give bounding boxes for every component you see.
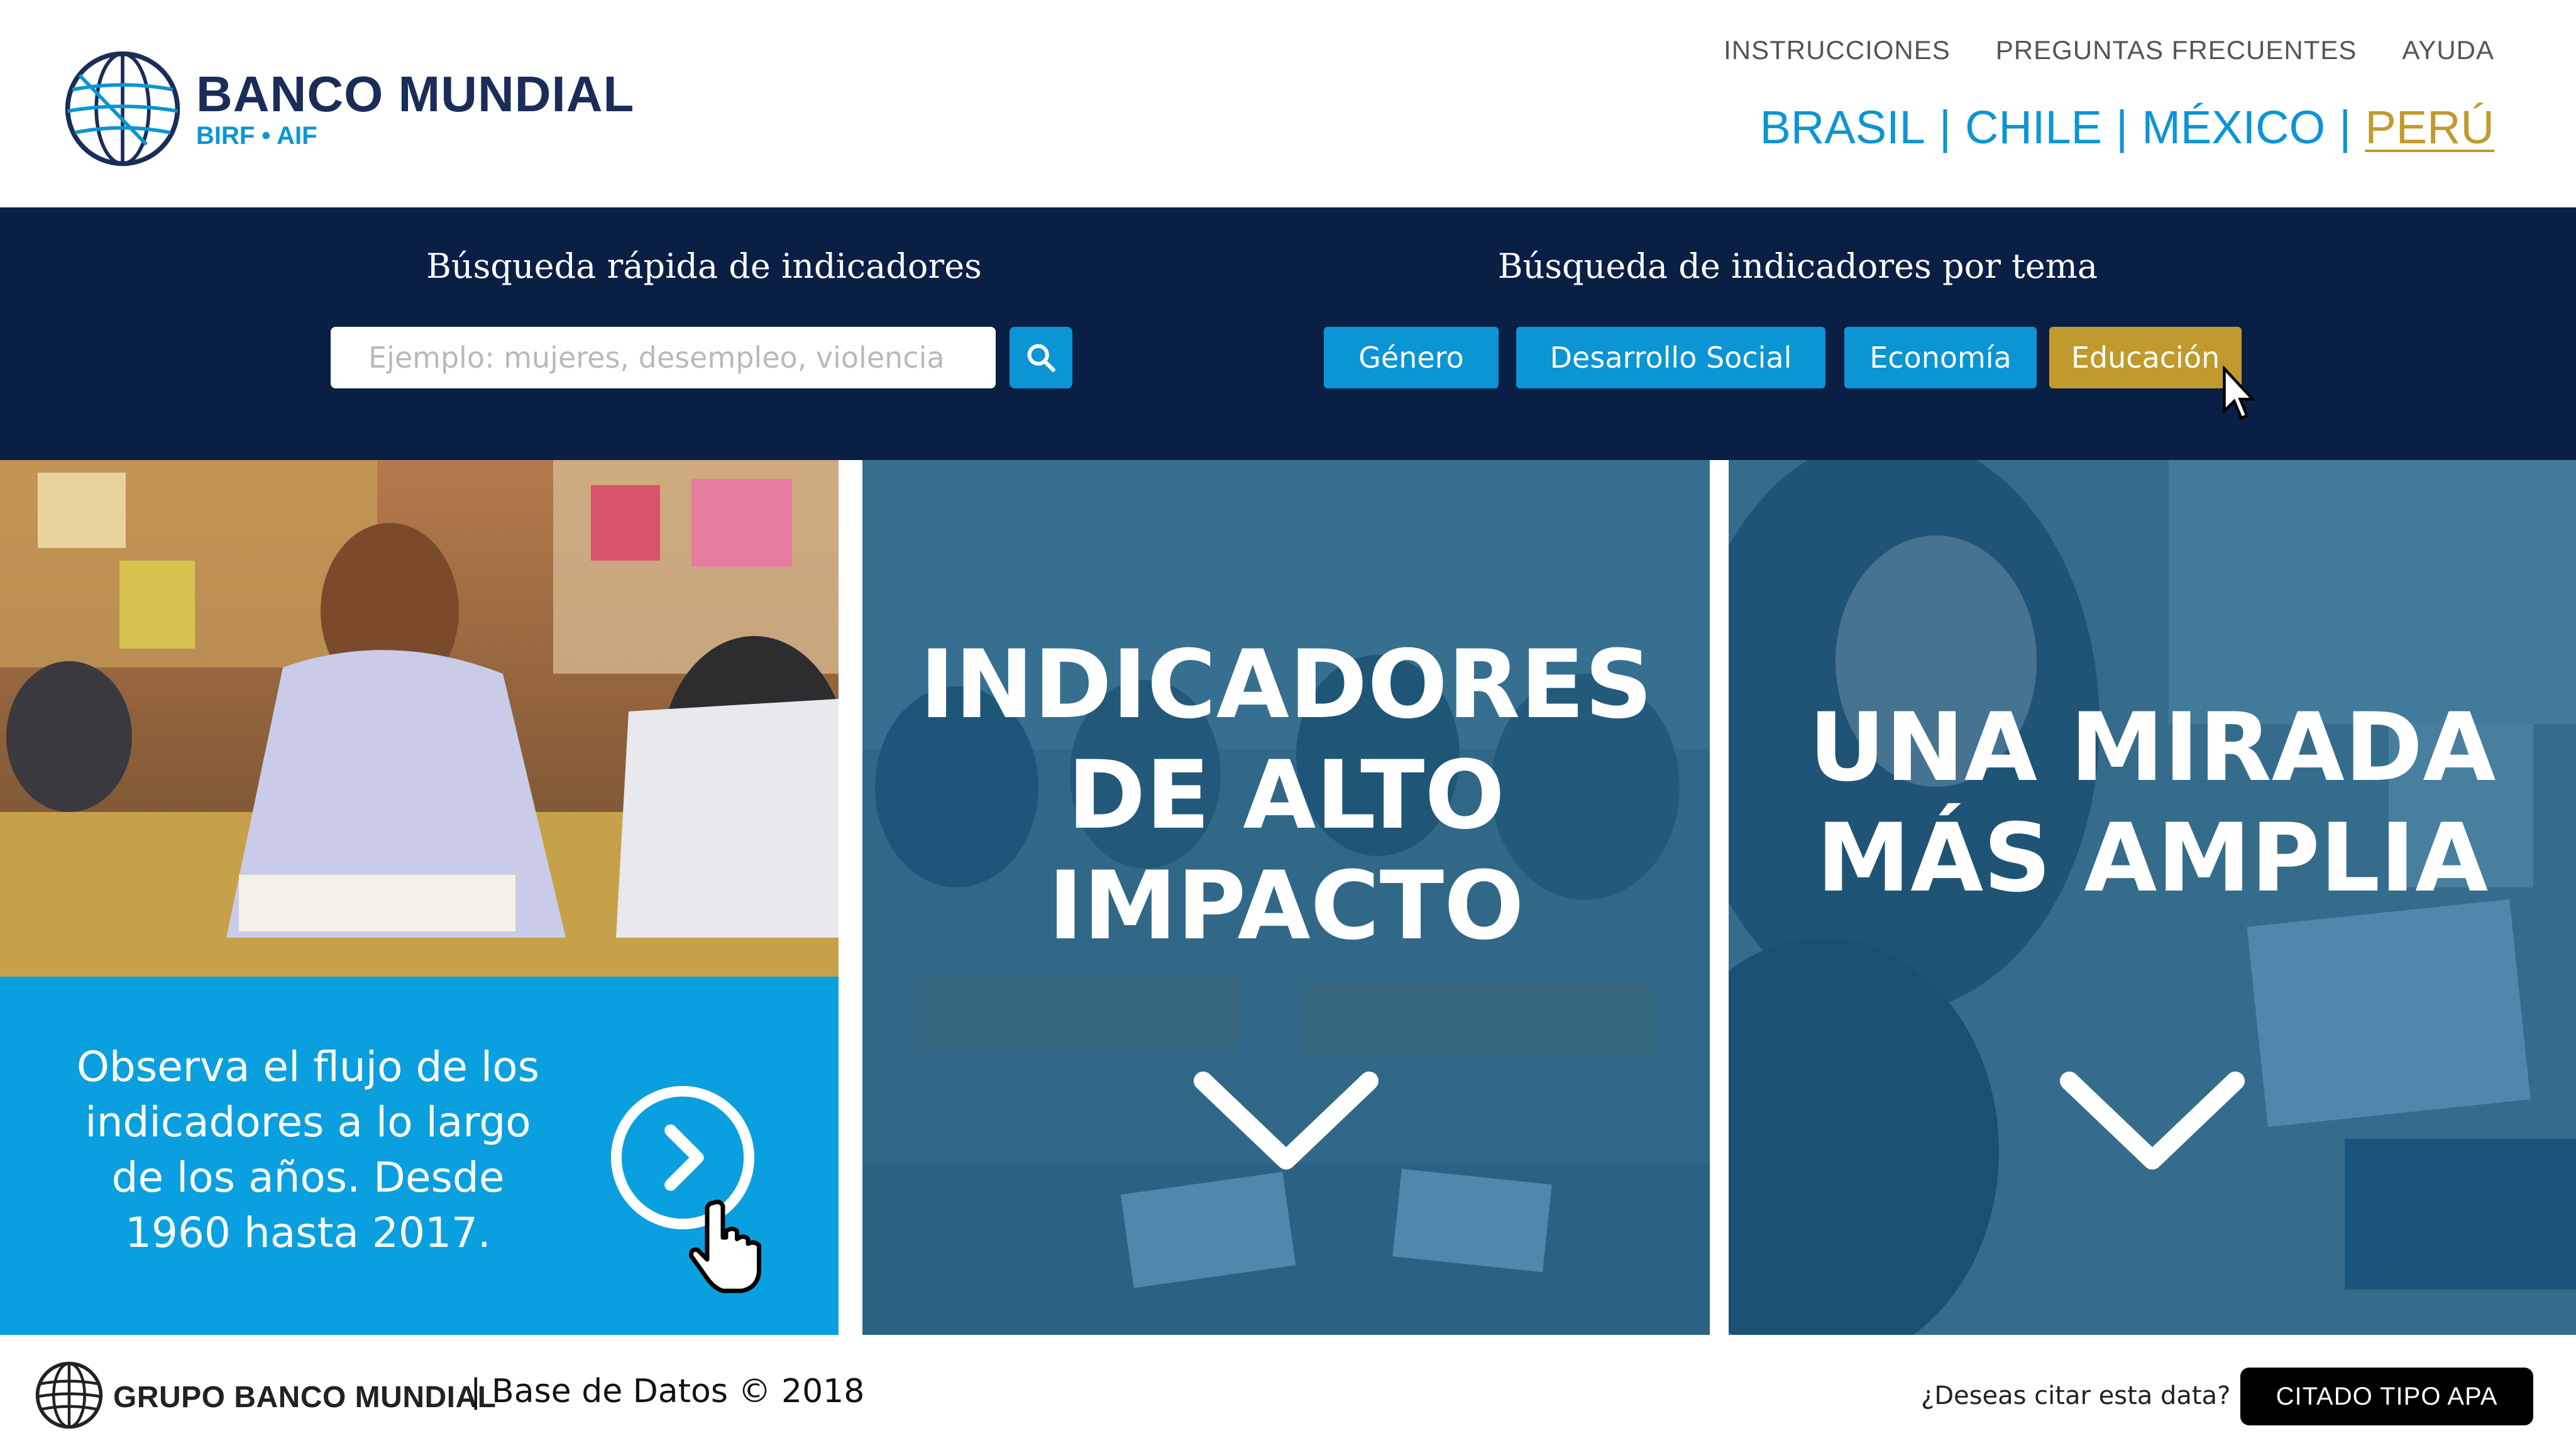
logo-subtitle: BIRF • AIF xyxy=(196,122,317,150)
classroom-girl-photo xyxy=(0,460,839,977)
nav-preguntas-frecuentes[interactable]: PREGUNTAS FRECUENTES xyxy=(1996,35,2357,65)
title-line: INDICADORES xyxy=(920,630,1653,740)
hand-cursor-icon xyxy=(689,1199,761,1293)
country-peru[interactable]: PERÚ xyxy=(2365,101,2494,154)
globe-logo-icon xyxy=(35,1361,103,1429)
search-icon xyxy=(1027,344,1055,372)
topic-desarrollo-social-button[interactable]: Desarrollo Social xyxy=(1516,327,1825,388)
topic-search-title: Búsqueda de indicadores por tema xyxy=(1497,246,2098,286)
search-band: Búsqueda rápida de indicadores Búsqueda … xyxy=(0,207,2576,460)
banco-mundial-logo[interactable]: BANCO MUNDIAL BIRF • AIF xyxy=(63,49,634,168)
site-footer: GRUPO BANCO MUNDIAL | Base de Datos © 20… xyxy=(0,1335,2576,1448)
country-separator: | xyxy=(1939,101,1952,153)
chevron-down-icon[interactable] xyxy=(1192,1063,1380,1189)
search-input[interactable] xyxy=(331,327,996,388)
cite-apa-button[interactable]: CITADO TIPO APA xyxy=(2240,1368,2533,1425)
nav-ayuda[interactable]: AYUDA xyxy=(2402,35,2494,65)
title-line: DE ALTO xyxy=(1067,741,1505,850)
topic-genero-button[interactable]: Género xyxy=(1324,327,1499,388)
cite-question: ¿Deseas citar esta data? xyxy=(1921,1381,2231,1410)
country-separator: | xyxy=(2339,101,2352,153)
title-line: UNA MIRADA xyxy=(1808,693,2496,803)
wider-view-panel[interactable]: UNA MIRADA MÁS AMPLIA xyxy=(1729,460,2576,1335)
footer-database-text: | Base de Datos © 2018 xyxy=(470,1373,865,1410)
footer-brand: GRUPO BANCO MUNDIAL xyxy=(113,1381,497,1414)
chevron-down-icon[interactable] xyxy=(2058,1063,2247,1189)
wider-view-title: UNA MIRADA MÁS AMPLIA xyxy=(1729,693,2576,914)
high-impact-title: INDICADORES DE ALTO IMPACTO xyxy=(862,630,1710,962)
country-brasil[interactable]: BRASIL xyxy=(1760,101,1925,154)
country-selector: BRASIL | CHILE | MÉXICO | PERÚ xyxy=(1760,101,2494,154)
country-chile[interactable]: CHILE xyxy=(1965,101,2102,154)
nav-instrucciones[interactable]: INSTRUCCIONES xyxy=(1724,35,1951,65)
high-impact-panel[interactable]: INDICADORES DE ALTO IMPACTO xyxy=(862,460,1710,1335)
topic-economia-button[interactable]: Economía xyxy=(1844,327,2037,388)
logo-title: BANCO MUNDIAL xyxy=(196,66,635,122)
topic-educacion-button[interactable]: Educación xyxy=(2049,327,2242,388)
top-navigation: INSTRUCCIONES PREGUNTAS FRECUENTES AYUDA xyxy=(1724,35,2494,65)
flow-text: Observa el flujo de los indicadores a lo… xyxy=(76,1043,540,1257)
title-line: MÁS AMPLIA xyxy=(1816,804,2489,913)
site-header: BANCO MUNDIAL BIRF • AIF INSTRUCCIONES P… xyxy=(0,0,2576,207)
pointer-cursor-icon xyxy=(2223,366,2255,420)
globe-logo-icon xyxy=(65,51,180,167)
quick-search-title: Búsqueda rápida de indicadores xyxy=(426,246,982,286)
country-separator: | xyxy=(2116,101,2128,153)
search-button[interactable] xyxy=(1010,327,1072,388)
title-line: IMPACTO xyxy=(1048,852,1524,961)
country-mexico[interactable]: MÉXICO xyxy=(2142,101,2325,154)
